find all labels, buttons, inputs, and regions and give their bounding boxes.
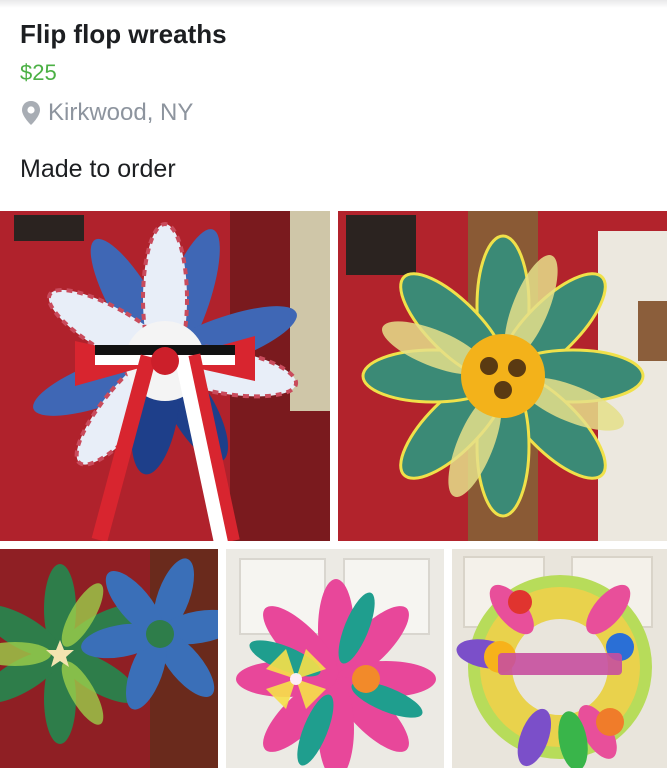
- location-pin-icon: [20, 100, 42, 126]
- top-bar: [0, 0, 667, 8]
- listing-location[interactable]: Kirkwood, NY: [20, 98, 647, 128]
- listing-price: $25: [20, 60, 57, 85]
- listing-photo-1[interactable]: [0, 211, 330, 541]
- listing-photo-2[interactable]: [338, 211, 667, 541]
- listing-title: Flip flop wreaths: [20, 19, 227, 49]
- listing-photo-5[interactable]: [452, 549, 667, 768]
- listing-photo-3[interactable]: [0, 549, 218, 768]
- listing-description: Made to order: [20, 155, 176, 183]
- listing-photo-4[interactable]: [226, 549, 444, 768]
- location-text: Kirkwood, NY: [48, 99, 194, 126]
- listing-info: Flip flop wreaths $25 Kirkwood, NY Made …: [20, 18, 647, 184]
